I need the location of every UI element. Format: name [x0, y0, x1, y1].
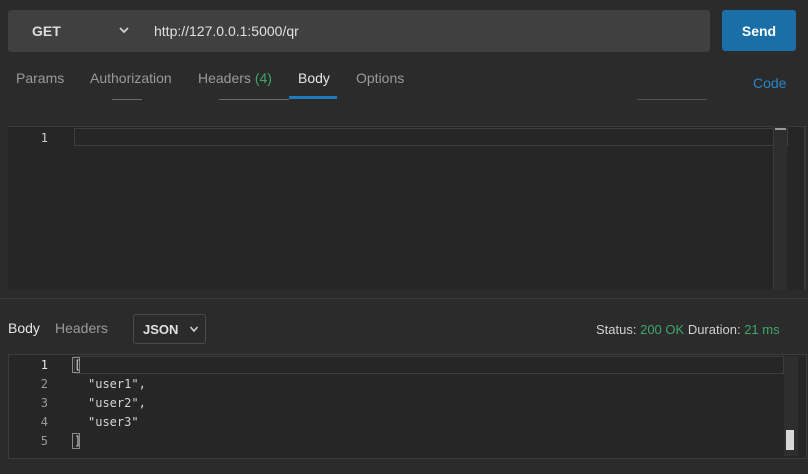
active-tab-indicator [289, 96, 337, 99]
response-format-label: JSON [143, 321, 179, 337]
request-scrollbar[interactable] [773, 126, 787, 290]
status-label: Status: [596, 322, 637, 337]
json-line: "user1", [88, 377, 146, 391]
response-tab-body[interactable]: Body [8, 320, 40, 336]
method-label: GET [32, 23, 61, 39]
duration-value: 21 ms [744, 322, 780, 337]
body-type-select-clipped [637, 99, 707, 100]
response-status: Status: 200 OK Duration: 21 ms [596, 322, 780, 337]
tab-params[interactable]: Params [16, 70, 64, 86]
line-number: 4 [40, 415, 48, 429]
code-link[interactable]: Code [753, 75, 786, 91]
tab-authorization[interactable]: Authorization [90, 70, 172, 86]
tab-headers-label: Headers [198, 70, 251, 86]
response-tab-headers[interactable]: Headers [55, 320, 108, 336]
active-line-highlight [74, 356, 784, 374]
line-number: 2 [40, 377, 48, 391]
line-number: 3 [40, 396, 48, 410]
url-input[interactable]: http://127.0.0.1:5000/qr [144, 10, 710, 52]
line-number: 5 [40, 434, 48, 448]
bracket-match-highlight [72, 357, 80, 373]
request-editor-gutter [8, 127, 66, 290]
active-line-highlight [74, 128, 788, 146]
body-type-option-clipped [112, 99, 142, 100]
response-format-select[interactable]: JSON [133, 314, 206, 344]
duration-label: Duration: [687, 322, 741, 337]
chevron-down-icon [119, 27, 129, 34]
panel-divider [804, 126, 806, 290]
response-scrollbar-thumb[interactable] [786, 430, 794, 450]
pane-divider[interactable] [0, 298, 808, 299]
chevron-down-icon [189, 326, 199, 333]
bracket-match-highlight [72, 433, 80, 449]
json-line: "user3" [88, 415, 139, 429]
request-scrollbar-thumb[interactable] [775, 128, 786, 130]
send-button[interactable]: Send [722, 10, 796, 51]
request-body-editor[interactable] [8, 126, 807, 290]
tab-body[interactable]: Body [298, 70, 330, 86]
line-number: 1 [40, 358, 48, 372]
tab-options[interactable]: Options [356, 70, 404, 86]
json-line: "user2", [88, 396, 146, 410]
line-number: 1 [40, 131, 48, 145]
body-type-option-clipped [219, 99, 289, 100]
tab-headers[interactable]: Headers (4) [198, 70, 272, 86]
url-value: http://127.0.0.1:5000/qr [154, 23, 299, 39]
tab-headers-count: (4) [254, 70, 272, 86]
method-select[interactable]: GET [8, 10, 144, 52]
status-value: 200 OK [640, 322, 685, 337]
